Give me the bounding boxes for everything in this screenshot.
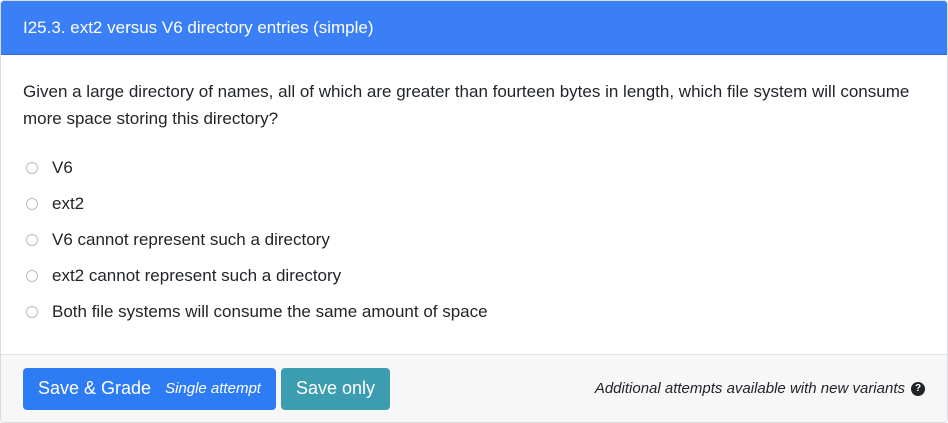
card-footer: Save & Grade Single attempt Save only Ad… [1,354,947,422]
attempts-note: Additional attempts available with new v… [595,380,925,397]
answer-option-v6-cannot-represent[interactable]: V6 cannot represent such a directory [23,222,925,258]
option-label: V6 cannot represent such a directory [52,230,330,249]
answer-options: V6 ext2 V6 cannot represent such a direc… [23,150,925,330]
question-circle-icon[interactable]: ? [911,381,925,396]
save-only-button[interactable]: Save only [280,367,391,410]
radio-button[interactable] [26,234,38,246]
save-only-label: Save only [295,378,376,398]
question-title: I25.3. ext2 versus V6 directory entries … [23,17,374,37]
radio-button[interactable] [26,162,38,174]
question-card: I25.3. ext2 versus V6 directory entries … [0,0,948,423]
attempts-note-text: Additional attempts available with new v… [594,380,905,397]
question-text: Given a large directory of names, all of… [23,82,910,128]
save-and-grade-label: Save & Grade [38,378,152,398]
answer-option-v6[interactable]: V6 [23,150,925,186]
option-label: ext2 [52,194,85,213]
option-label: Both file systems will consume the same … [52,302,488,321]
answer-option-ext2[interactable]: ext2 [23,186,925,222]
answer-option-ext2-cannot-represent[interactable]: ext2 cannot represent such a directory [23,258,925,294]
single-attempt-label: Single attempt [165,380,261,397]
option-label: ext2 cannot represent such a directory [52,266,342,285]
card-body: Given a large directory of names, all of… [1,55,947,355]
radio-button[interactable] [26,198,38,210]
radio-button[interactable] [26,306,38,318]
card-header: I25.3. ext2 versus V6 directory entries … [1,1,947,55]
radio-button[interactable] [26,270,38,282]
option-label: V6 [52,158,73,177]
answer-option-same-space[interactable]: Both file systems will consume the same … [23,294,925,330]
save-and-grade-button[interactable]: Save & Grade Single attempt [23,367,276,410]
